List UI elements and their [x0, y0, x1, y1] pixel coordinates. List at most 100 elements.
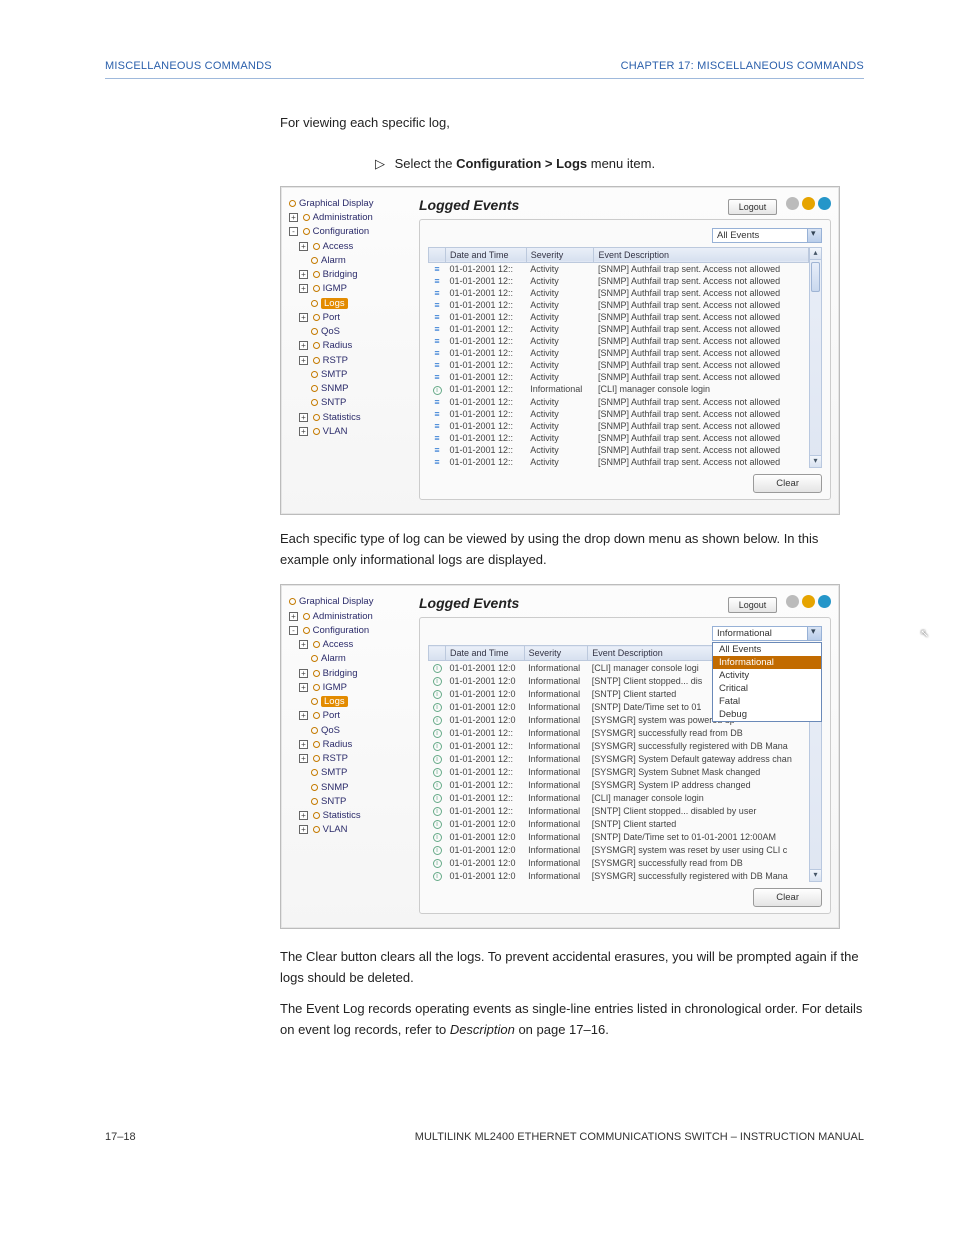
tree-item[interactable]: + Statistics: [289, 809, 409, 823]
clear-button[interactable]: Clear: [753, 474, 822, 493]
scroll-down-icon[interactable]: ▾: [810, 455, 821, 467]
print-icon[interactable]: [786, 595, 799, 608]
col-datetime[interactable]: Date and Time: [446, 247, 527, 262]
table-row[interactable]: i01-01-2001 12::Informational[SYSMGR] Sy…: [429, 752, 809, 765]
table-row[interactable]: ≡01-01-2001 12::Activity[SNMP] Authfail …: [429, 287, 809, 299]
tree-item[interactable]: - Configuration: [289, 225, 409, 239]
tree-item[interactable]: + Port: [289, 311, 409, 325]
table-row[interactable]: i01-01-2001 12:0Informational[SYSMGR] su…: [429, 856, 809, 869]
tree-item[interactable]: + Port: [289, 709, 409, 723]
tree-item[interactable]: + Bridging: [289, 268, 409, 282]
tree-item[interactable]: + Administration: [289, 211, 409, 225]
table-row[interactable]: ≡01-01-2001 12::Activity[SNMP] Authfail …: [429, 456, 809, 468]
table-row[interactable]: ≡01-01-2001 12::Activity[SNMP] Authfail …: [429, 359, 809, 371]
dropdown-option[interactable]: Activity: [713, 669, 821, 682]
tree-item[interactable]: Logs: [289, 695, 409, 709]
table-row[interactable]: ≡01-01-2001 12::Activity[SNMP] Authfail …: [429, 444, 809, 456]
dropdown-option[interactable]: Informational: [713, 656, 821, 669]
nav-tree[interactable]: Graphical Display+ Administration- Confi…: [289, 197, 409, 500]
tree-item[interactable]: QoS: [289, 325, 409, 339]
expand-icon[interactable]: +: [299, 683, 308, 692]
filter-dropdown[interactable]: All Events: [712, 228, 822, 243]
expand-icon[interactable]: +: [299, 242, 308, 251]
tree-item[interactable]: SNTP: [289, 795, 409, 809]
table-scrollbar[interactable]: ▴ ▾: [809, 247, 822, 468]
expand-icon[interactable]: +: [299, 356, 308, 365]
table-row[interactable]: i01-01-2001 12::Informational[SYSMGR] Sy…: [429, 778, 809, 791]
table-row[interactable]: ≡01-01-2001 12::Activity[SNMP] Authfail …: [429, 347, 809, 359]
table-row[interactable]: i01-01-2001 12::Informational[CLI] manag…: [429, 383, 809, 396]
tree-item[interactable]: + Administration: [289, 610, 409, 624]
tree-item[interactable]: QoS: [289, 724, 409, 738]
dropdown-option[interactable]: Critical: [713, 682, 821, 695]
tree-item[interactable]: Graphical Display: [289, 595, 409, 609]
tree-item[interactable]: + Statistics: [289, 411, 409, 425]
tree-item[interactable]: - Configuration: [289, 624, 409, 638]
expand-icon[interactable]: +: [299, 811, 308, 820]
help-icon[interactable]: [818, 197, 831, 210]
table-row[interactable]: ≡01-01-2001 12::Activity[SNMP] Authfail …: [429, 396, 809, 408]
table-row[interactable]: ≡01-01-2001 12::Activity[SNMP] Authfail …: [429, 432, 809, 444]
table-row[interactable]: ≡01-01-2001 12::Activity[SNMP] Authfail …: [429, 262, 809, 275]
scroll-down-icon[interactable]: ▾: [810, 869, 821, 881]
tree-item[interactable]: SMTP: [289, 766, 409, 780]
expand-icon[interactable]: +: [299, 341, 308, 350]
expand-icon[interactable]: +: [299, 754, 308, 763]
logout-button[interactable]: Logout: [728, 597, 778, 613]
scroll-thumb[interactable]: [811, 262, 820, 292]
tree-item[interactable]: SMTP: [289, 368, 409, 382]
expand-icon[interactable]: +: [299, 313, 308, 322]
table-row[interactable]: ≡01-01-2001 12::Activity[SNMP] Authfail …: [429, 335, 809, 347]
expand-icon[interactable]: +: [299, 284, 308, 293]
expand-icon[interactable]: +: [299, 413, 308, 422]
dropdown-option[interactable]: All Events: [713, 643, 821, 656]
tree-item[interactable]: Alarm: [289, 652, 409, 666]
table-row[interactable]: i01-01-2001 12:0Informational[SYSMGR] su…: [429, 869, 809, 882]
tree-item[interactable]: + Bridging: [289, 667, 409, 681]
tree-item[interactable]: Logs: [289, 297, 409, 311]
col-icon[interactable]: [429, 646, 446, 661]
tree-item[interactable]: SNTP: [289, 396, 409, 410]
table-row[interactable]: i01-01-2001 12:0Informational[SNTP] Date…: [429, 830, 809, 843]
expand-icon[interactable]: +: [299, 825, 308, 834]
table-row[interactable]: ≡01-01-2001 12::Activity[SNMP] Authfail …: [429, 323, 809, 335]
table-row[interactable]: ≡01-01-2001 12::Activity[SNMP] Authfail …: [429, 408, 809, 420]
table-row[interactable]: i01-01-2001 12:0Informational[SNTP] Clie…: [429, 817, 809, 830]
expand-icon[interactable]: +: [299, 270, 308, 279]
table-row[interactable]: i01-01-2001 12::Informational[SYSMGR] su…: [429, 726, 809, 739]
help-icon[interactable]: [818, 595, 831, 608]
filter-dropdown[interactable]: Informational: [712, 626, 822, 641]
logout-button[interactable]: Logout: [728, 199, 778, 215]
tree-item[interactable]: + Radius: [289, 738, 409, 752]
tree-item[interactable]: + Access: [289, 638, 409, 652]
table-row[interactable]: i01-01-2001 12::Informational[SYSMGR] su…: [429, 739, 809, 752]
table-row[interactable]: i01-01-2001 12::Informational[SNTP] Clie…: [429, 804, 809, 817]
col-severity[interactable]: Severity: [526, 247, 594, 262]
tree-item[interactable]: Graphical Display: [289, 197, 409, 211]
col-severity[interactable]: Severity: [524, 646, 588, 661]
table-row[interactable]: i01-01-2001 12:0Informational[SYSMGR] sy…: [429, 843, 809, 856]
col-datetime[interactable]: Date and Time: [446, 646, 525, 661]
expand-icon[interactable]: -: [289, 227, 298, 236]
expand-icon[interactable]: +: [299, 711, 308, 720]
tree-item[interactable]: + VLAN: [289, 425, 409, 439]
tree-item[interactable]: + RSTP: [289, 752, 409, 766]
refresh-icon[interactable]: [802, 197, 815, 210]
table-row[interactable]: ≡01-01-2001 12::Activity[SNMP] Authfail …: [429, 371, 809, 383]
clear-button[interactable]: Clear: [753, 888, 822, 907]
col-desc[interactable]: Event Description: [594, 247, 809, 262]
table-row[interactable]: i01-01-2001 12::Informational[SYSMGR] Sy…: [429, 765, 809, 778]
tree-item[interactable]: + RSTP: [289, 354, 409, 368]
dropdown-option[interactable]: Debug: [713, 708, 821, 721]
scroll-up-icon[interactable]: ▴: [810, 248, 821, 260]
tree-item[interactable]: + IGMP: [289, 282, 409, 296]
expand-icon[interactable]: +: [299, 427, 308, 436]
table-row[interactable]: ≡01-01-2001 12::Activity[SNMP] Authfail …: [429, 420, 809, 432]
refresh-icon[interactable]: [802, 595, 815, 608]
expand-icon[interactable]: +: [299, 740, 308, 749]
table-row[interactable]: i01-01-2001 12::Informational[CLI] manag…: [429, 791, 809, 804]
tree-item[interactable]: SNMP: [289, 781, 409, 795]
tree-item[interactable]: + Radius: [289, 339, 409, 353]
tree-item[interactable]: + Access: [289, 240, 409, 254]
tree-item[interactable]: Alarm: [289, 254, 409, 268]
